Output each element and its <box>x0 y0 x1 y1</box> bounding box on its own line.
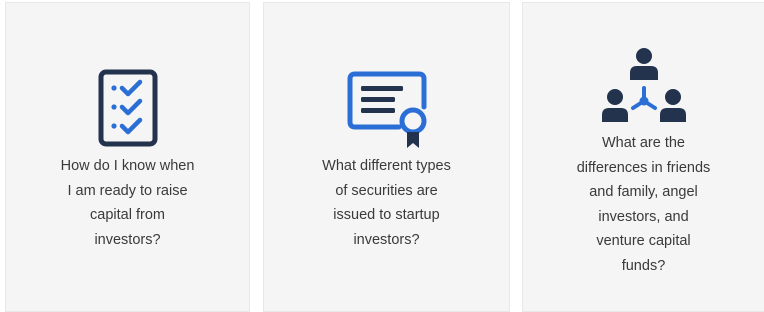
investor-network-icon <box>601 48 686 122</box>
faq-question-text: How do I know when I am ready to raise c… <box>60 158 195 248</box>
checklist-icon <box>98 69 157 147</box>
faq-question-text: What are the differences in friends and … <box>576 135 711 274</box>
faq-card-ready-to-raise[interactable]: How do I know when I am ready to raise c… <box>5 2 250 312</box>
certificate-icon <box>347 71 426 148</box>
faq-cards: How do I know when I am ready to raise c… <box>0 0 764 312</box>
faq-question-text: What different types of securities are i… <box>322 158 451 248</box>
faq-card-investor-types[interactable]: What are the differences in friends and … <box>522 2 764 312</box>
faq-card-securities-types[interactable]: What different types of securities are i… <box>263 2 510 312</box>
